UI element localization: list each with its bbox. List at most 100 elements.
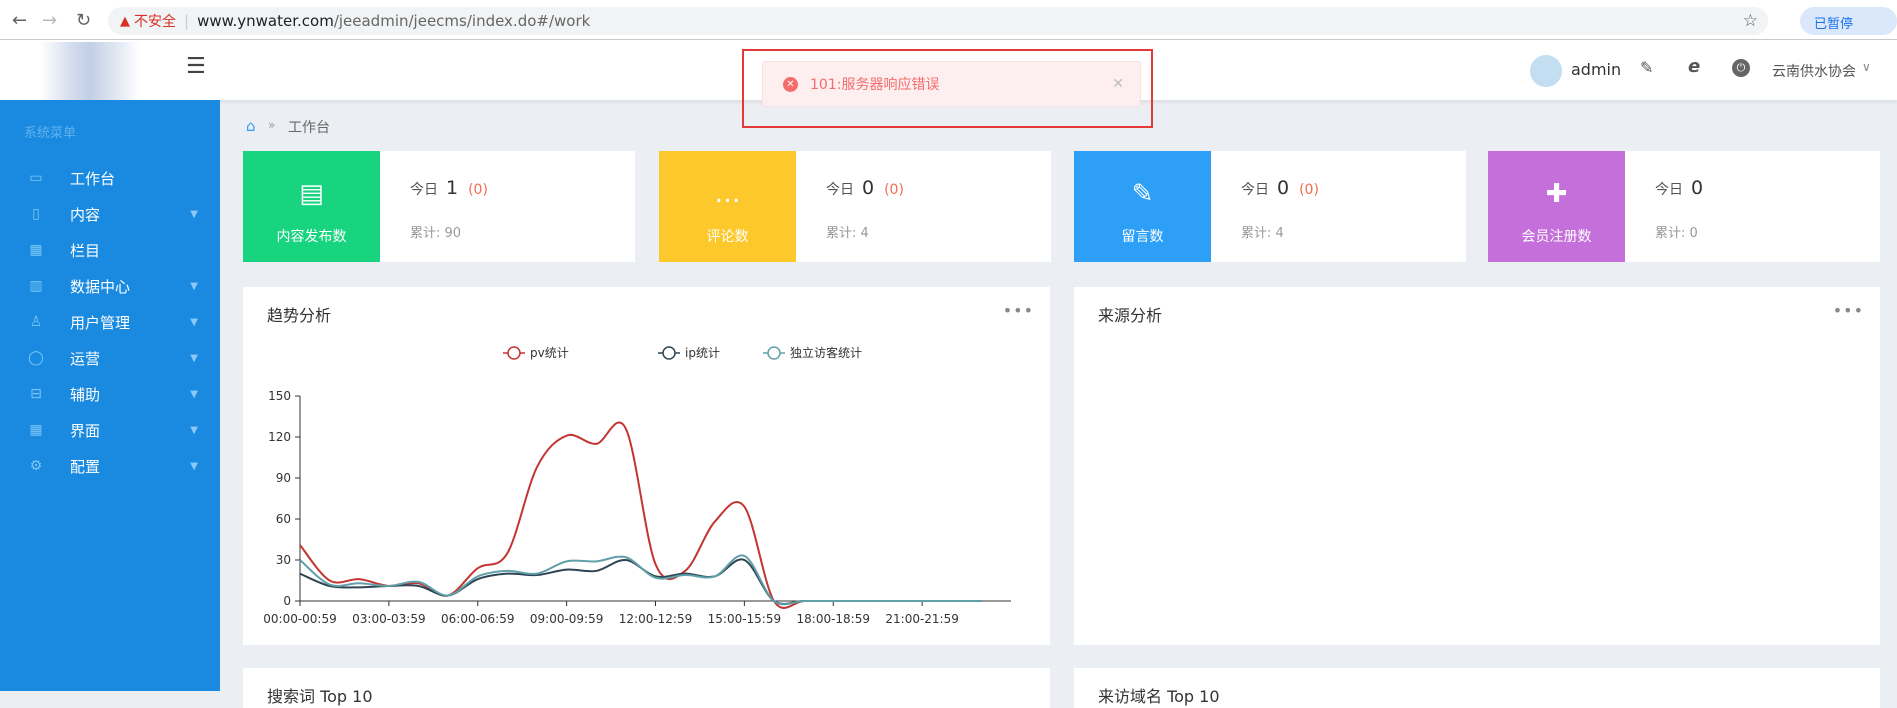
grid-icon: ▦ — [29, 242, 43, 258]
username[interactable]: admin — [1571, 60, 1621, 79]
chevron-down-icon[interactable]: ∨ — [1862, 60, 1871, 74]
legend-label: 独立访客统计 — [790, 345, 862, 360]
y-tick-label: 120 — [268, 430, 291, 444]
trend-chart: 0 30 60 90 120 150 00:00-00:59 03:00-03:59 06:00… — [263, 345, 1011, 626]
stat-block: ▤ 内容发布数 — [243, 151, 380, 262]
sidebar-item[interactable]: ▭ 工作台 — [0, 160, 220, 196]
stat-today: 今日 0 (0) — [1241, 177, 1319, 199]
caret-down-icon: ▼ — [190, 388, 198, 400]
back-icon[interactable]: ← — [12, 10, 27, 31]
stat-label: 留言数 — [1121, 229, 1164, 245]
panel-title: 来源分析 — [1098, 306, 1163, 325]
sidebar-item-label: 工作台 — [70, 169, 116, 188]
more-icon[interactable]: ••• — [1833, 301, 1864, 320]
legend-item[interactable]: 独立访客统计 — [763, 345, 862, 360]
sidebar-item[interactable]: ⚙ 配置 ▼ — [0, 448, 220, 484]
ie-browser-icon[interactable]: e — [1688, 56, 1700, 77]
error-toast: ✕ 101:服务器响应错误 ✕ — [762, 61, 1141, 107]
x-tick-label: 03:00-03:59 — [352, 612, 426, 626]
sidebar-item-label: 数据中心 — [70, 277, 131, 296]
reload-icon[interactable]: ↻ — [76, 10, 91, 31]
today-delta: (0) — [1299, 182, 1319, 198]
user-icon: ♙ — [29, 314, 43, 330]
stat-total: 累计: 0 — [1655, 226, 1698, 241]
hamburger-menu-icon[interactable]: ☰ — [186, 54, 206, 79]
domain-panel: 来访域名 Top 10 — [1074, 668, 1880, 708]
home-icon[interactable]: ⌂ — [246, 117, 256, 135]
y-tick-label: 60 — [276, 512, 291, 526]
caret-down-icon: ▼ — [190, 460, 198, 472]
legend-label: ip统计 — [685, 346, 720, 360]
stat-label: 会员注册数 — [1521, 229, 1592, 245]
sidebar-item[interactable]: ▦ 栏目 — [0, 232, 220, 268]
sidebar: 系统菜单 ▭ 工作台 ▯ 内容 ▼ ▦ 栏目 ▥ 数据中心 ▼ ♙ 用户管理 ▼ ◯ 运营 ▼ ⊟ 辅助 ▼ ▦ 界面 ▼… — [0, 100, 220, 691]
stat-today: 今日 0 — [1655, 177, 1713, 199]
stat-today: 今日 1 (0) — [410, 177, 488, 199]
source-panel: 来源分析 ••• — [1074, 287, 1880, 645]
search-panel: 搜索词 Top 10 — [243, 668, 1050, 708]
today-value: 0 — [1277, 177, 1290, 199]
user-edit-icon[interactable]: ✎ — [1640, 58, 1653, 77]
legend-marker-icon — [507, 346, 521, 360]
message-icon: ✎ — [1131, 179, 1154, 209]
stat-card: ✚ 会员注册数 今日 0 累计: 0 — [1488, 151, 1880, 262]
logo — [40, 42, 140, 100]
org-selector[interactable]: 云南供水协会 — [1772, 61, 1856, 81]
x-tick-label: 21:00-21:59 — [885, 612, 959, 626]
document-icon: ▤ — [299, 179, 324, 209]
sidebar-item[interactable]: ▥ 数据中心 ▼ — [0, 268, 220, 304]
user-add-icon: ✚ — [1545, 179, 1568, 209]
today-label: 今日 — [1241, 182, 1269, 198]
url-host: www.ynwater.com — [197, 12, 334, 30]
stat-block: … 评论数 — [659, 151, 796, 262]
layout-icon: ▦ — [29, 422, 43, 438]
trend-panel: 趋势分析 ••• 0 30 60 90 120 150 00:00-00:59 03:00-0… — [243, 287, 1050, 645]
x-tick-label: 15:00-15:59 — [708, 612, 782, 626]
power-icon[interactable]: ⏻ — [1732, 59, 1750, 77]
address-bar[interactable]: ▲ 不安全 | www.ynwater.com/jeeadmin/jeecms/… — [108, 7, 1768, 35]
url-path: /jeeadmin/jeecms/index.do#/work — [333, 12, 591, 30]
legend-item[interactable]: ip统计 — [658, 346, 720, 360]
panel-title: 来访域名 Top 10 — [1098, 687, 1220, 706]
caret-down-icon: ▼ — [190, 424, 198, 436]
y-tick-label: 30 — [276, 553, 291, 567]
series-line — [299, 421, 982, 609]
today-value: 1 — [446, 177, 459, 199]
sidebar-item[interactable]: ⊟ 辅助 ▼ — [0, 376, 220, 412]
sidebar-item[interactable]: ◯ 运营 ▼ — [0, 340, 220, 376]
divider: | — [184, 12, 190, 30]
sidebar-item[interactable]: ▯ 内容 ▼ — [0, 196, 220, 232]
stat-total: 累计: 90 — [410, 226, 462, 241]
sidebar-item-label: 内容 — [70, 205, 101, 224]
monitor-icon: ▭ — [29, 170, 43, 186]
legend-marker-icon — [767, 346, 781, 360]
insecure-label: 不安全 — [134, 14, 176, 30]
stat-label: 内容发布数 — [276, 229, 347, 245]
profile-paused-button[interactable]: 已暂停 — [1800, 7, 1897, 35]
error-icon: ✕ — [783, 76, 798, 92]
close-icon[interactable]: ✕ — [1112, 76, 1124, 92]
sidebar-item-label: 用户管理 — [70, 313, 131, 332]
x-tick-label: 00:00-00:59 — [263, 612, 337, 626]
y-tick-label: 90 — [276, 471, 291, 485]
bookmark-star-icon[interactable]: ☆ — [1743, 11, 1758, 31]
x-tick-label: 06:00-06:59 — [441, 612, 515, 626]
breadcrumb-current: 工作台 — [288, 120, 330, 136]
series-line — [299, 554, 982, 606]
stat-card: ✎ 留言数 今日 0 (0) 累计: 4 — [1074, 151, 1466, 262]
legend-item[interactable]: pv统计 — [503, 346, 569, 360]
comment-icon: … — [714, 179, 741, 209]
forward-icon[interactable]: → — [42, 10, 57, 31]
stat-block: ✎ 留言数 — [1074, 151, 1211, 262]
avatar[interactable] — [1530, 55, 1562, 87]
paused-label: 已暂停 — [1814, 17, 1854, 32]
toast-message: 101:服务器响应错误 — [810, 77, 940, 93]
sidebar-item-label: 界面 — [70, 421, 101, 440]
warning-icon: ▲ — [120, 13, 130, 29]
legend-marker-icon — [662, 346, 676, 360]
x-tick-label: 12:00-12:59 — [619, 612, 693, 626]
stat-block: ✚ 会员注册数 — [1488, 151, 1625, 262]
sidebar-item[interactable]: ♙ 用户管理 ▼ — [0, 304, 220, 340]
sidebar-item[interactable]: ▦ 界面 ▼ — [0, 412, 220, 448]
stat-total: 累计: 4 — [1241, 226, 1284, 241]
